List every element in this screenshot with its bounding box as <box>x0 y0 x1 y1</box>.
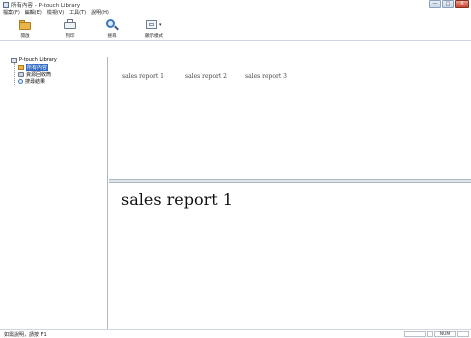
file-item[interactable]: sales report 2 <box>185 73 227 80</box>
title-bar: 所有內容 - P-touch Library — □ X <box>0 0 471 9</box>
menu-file[interactable]: 檔案(F) <box>3 9 20 16</box>
toolbar: 開啟 列印 搜尋 ▾ 顯示樣式 <box>0 16 471 41</box>
file-item[interactable]: sales report 1 <box>122 73 164 80</box>
status-bar: 如需說明，請按 F1 NUM <box>0 329 471 338</box>
search-label: 搜尋 <box>107 34 117 39</box>
tree-item-label: 搜尋結果 <box>25 79 46 85</box>
search-button[interactable]: 搜尋 <box>98 18 126 39</box>
tree-item-search-results[interactable]: 搜尋結果 <box>18 78 45 85</box>
preview-text: sales report 1 <box>121 190 233 209</box>
trash-icon <box>18 72 24 77</box>
view-style-button[interactable]: ▾ 顯示樣式 <box>140 18 168 39</box>
menu-help[interactable]: 說明(H) <box>91 9 109 16</box>
tree-connector <box>14 63 16 85</box>
chevron-down-icon: ▾ <box>159 22 162 28</box>
tree-item-label: 所有內容 <box>26 64 49 71</box>
search-icon <box>18 79 23 84</box>
app-icon <box>3 1 9 8</box>
status-cell <box>404 331 426 337</box>
file-item[interactable]: sales report 3 <box>245 73 287 80</box>
folder-icon <box>18 65 24 70</box>
tree-root-label: P-touch Library <box>19 57 57 63</box>
menu-edit[interactable]: 編輯(E) <box>25 9 42 16</box>
minimize-button[interactable]: — <box>429 0 441 8</box>
status-cell <box>427 331 433 337</box>
maximize-button[interactable]: □ <box>442 0 454 8</box>
open-label: 開啟 <box>20 34 30 39</box>
tree-item-label: 資源回收筒 <box>26 72 52 78</box>
tree-root[interactable]: P-touch Library <box>11 57 57 63</box>
open-button[interactable]: 開啟 <box>11 18 39 39</box>
num-lock-indicator: NUM <box>434 331 456 337</box>
tree-item-recycle-bin[interactable]: 資源回收筒 <box>18 71 51 78</box>
status-cell <box>457 331 469 337</box>
menu-bar: 檔案(F) 編輯(E) 檢視(V) 工具(T) 說明(H) <box>0 9 471 16</box>
view-style-label: 顯示樣式 <box>145 34 163 39</box>
view-style-icon: ▾ <box>145 18 163 31</box>
search-icon <box>103 18 121 31</box>
status-help-text: 如需說明，請按 F1 <box>4 332 47 338</box>
library-icon <box>11 57 17 63</box>
menu-tools[interactable]: 工具(T) <box>69 9 86 16</box>
printer-icon <box>61 18 79 31</box>
preview-pane: sales report 1 <box>109 182 471 329</box>
file-list: sales report 1 sales report 2 sales repo… <box>109 57 471 180</box>
window-title: 所有內容 - P-touch Library <box>11 2 81 9</box>
print-button[interactable]: 列印 <box>56 18 84 39</box>
menu-view[interactable]: 檢視(V) <box>47 9 64 16</box>
folder-tree: P-touch Library 所有內容 資源回收筒 搜尋結果 <box>8 57 108 329</box>
tree-item-all-contents[interactable]: 所有內容 <box>18 64 49 71</box>
open-folder-icon <box>16 18 34 31</box>
window-controls: — □ X <box>429 0 469 8</box>
print-label: 列印 <box>65 34 75 39</box>
close-button[interactable]: X <box>455 0 469 8</box>
